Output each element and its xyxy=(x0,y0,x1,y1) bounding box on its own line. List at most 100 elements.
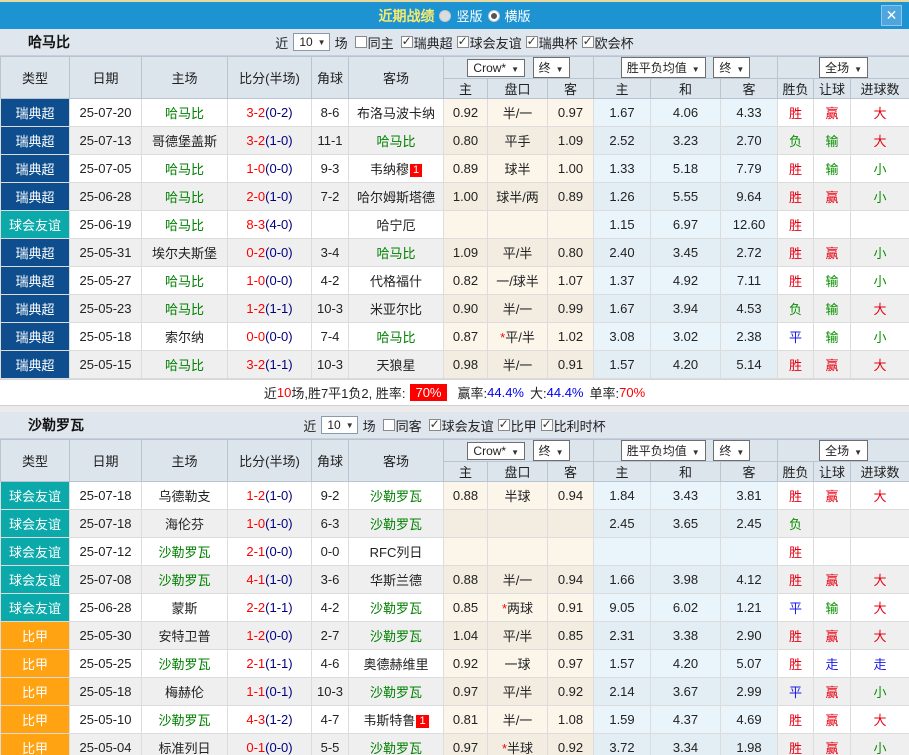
home-team-cell: 哈马比 xyxy=(141,98,228,127)
odds-away-cell: 0.89 xyxy=(547,182,594,211)
mean-draw-cell xyxy=(650,537,721,566)
league-type-cell: 瑞典超 xyxy=(0,98,70,127)
mean-draw-cell: 4.20 xyxy=(650,649,721,678)
subcol-mean-home: 主 xyxy=(593,461,651,482)
league-type-cell: 瑞典超 xyxy=(0,126,70,155)
mean-home-cell: 9.05 xyxy=(593,593,651,622)
result-handicap-cell: 赢 xyxy=(813,238,852,267)
mean-value: 胜平负均值 xyxy=(626,61,687,75)
corner-cell: 4-7 xyxy=(311,705,349,734)
league-type-cell: 比甲 xyxy=(0,621,70,650)
away-team-name: 韦纳穆 xyxy=(369,162,409,177)
league-filter-checkbox[interactable]: 球会友谊 xyxy=(453,33,522,52)
half-time-score: (1-1) xyxy=(265,600,293,615)
league-filter-checkbox[interactable]: 瑞典超 xyxy=(397,33,453,52)
match-row: 瑞典超 25-05-18 索尔纳 0-0(0-0) 7-4 哈马比 0.87 *平/半 1.02… xyxy=(0,322,909,351)
radio-vertical-layout[interactable] xyxy=(439,9,452,22)
fulltime-select[interactable]: 全场 ▼ xyxy=(819,440,868,461)
close-icon[interactable]: ✕ xyxy=(881,5,902,26)
score-cell: 8-3(4-0) xyxy=(227,210,312,239)
result-handicap-cell xyxy=(813,210,852,239)
same-venue-checkbox[interactable]: 同主 xyxy=(351,33,394,52)
odds-away-cell: 0.97 xyxy=(547,649,594,678)
handicap-cell: 平/半 xyxy=(487,238,548,267)
radio-horizontal-layout[interactable] xyxy=(487,9,500,22)
mean-final-select[interactable]: 终 ▼ xyxy=(713,57,751,78)
mean-draw-cell: 3.45 xyxy=(650,238,721,267)
result-goals-cell: 小 xyxy=(850,677,909,706)
corner-cell: 5-5 xyxy=(311,733,349,755)
odds-away-cell: 0.94 xyxy=(547,481,594,510)
chevron-down-icon: ▼ xyxy=(555,448,564,457)
home-team-name: 哈马比 xyxy=(164,358,204,373)
mean-draw-cell: 6.02 xyxy=(650,593,721,622)
checkbox-checked-icon[interactable] xyxy=(456,34,469,48)
checkbox-unchecked-icon[interactable] xyxy=(354,36,367,48)
checkbox-checked-icon[interactable] xyxy=(428,417,441,431)
odds-away-cell xyxy=(547,537,594,566)
match-count-select[interactable]: 10 ▼ xyxy=(293,33,330,51)
checkbox-unchecked-icon[interactable] xyxy=(382,419,395,431)
fulltime-select[interactable]: 全场 ▼ xyxy=(819,57,868,78)
odds-company-select[interactable]: Crow* ▼ xyxy=(467,59,526,77)
league-filter-checkbox[interactable]: 欧会杯 xyxy=(578,33,634,52)
checkbox-checked-icon[interactable] xyxy=(581,34,594,48)
result-handicap-cell: 输 xyxy=(813,294,852,323)
mean-select[interactable]: 胜平负均值 ▼ xyxy=(620,57,706,78)
corner-cell: 4-6 xyxy=(311,649,349,678)
league-filter-checkbox[interactable]: 比甲 xyxy=(494,416,537,435)
odds-home-cell xyxy=(443,210,488,239)
handicap-cell: 球半/两 xyxy=(487,182,548,211)
result-handicap-cell xyxy=(813,537,852,566)
mean-away-cell: 5.07 xyxy=(719,649,779,678)
horizontal-layout-label[interactable]: 横版 xyxy=(505,6,531,25)
full-time-score: 1-2 xyxy=(246,301,266,316)
league-filter-checkbox[interactable]: 球会友谊 xyxy=(425,416,494,435)
result-handicap-cell: 输 xyxy=(813,322,852,351)
league-filter-checkbox[interactable]: 比利时杯 xyxy=(537,416,606,435)
single-rate-value: 70% xyxy=(619,385,646,400)
half-time-score: (1-0) xyxy=(265,488,293,503)
odds-final-select[interactable]: 终 ▼ xyxy=(532,440,570,461)
score-cell: 0-0(0-0) xyxy=(227,322,312,351)
league-filter-checkbox[interactable]: 瑞典杯 xyxy=(522,33,578,52)
titlebar: 近期战绩 竖版 横版 ✕ xyxy=(0,2,909,29)
mean-final-select[interactable]: 终 ▼ xyxy=(713,440,751,461)
mean-home-cell: 2.45 xyxy=(593,509,651,538)
mean-away-cell: 7.11 xyxy=(719,266,779,295)
subcol-mean-home: 主 xyxy=(593,78,651,99)
handicap-cell xyxy=(487,537,548,566)
half-time-score: (1-1) xyxy=(265,357,293,372)
checkbox-checked-icon[interactable] xyxy=(497,417,510,431)
checkbox-checked-icon[interactable] xyxy=(525,34,538,48)
away-team-name: 代格福什 xyxy=(369,274,422,289)
mean-select[interactable]: 胜平负均值 ▼ xyxy=(620,440,706,461)
corner-cell: 9-3 xyxy=(311,154,349,183)
match-count-select[interactable]: 10 ▼ xyxy=(321,416,358,434)
recent-results-popup: 近期战绩 竖版 横版 ✕ 哈马比 近 10 ▼ 场 同主 瑞典超球会友谊瑞典杯欧… xyxy=(0,0,909,755)
score-cell: 1-2(0-0) xyxy=(227,621,312,650)
result-goals-cell: 大 xyxy=(850,294,909,323)
result-outcome-cell: 胜 xyxy=(777,565,815,594)
col-score: 比分(半场) xyxy=(227,56,312,99)
home-team-name: 哈马比 xyxy=(164,302,204,317)
mean-away-cell: 1.98 xyxy=(719,733,779,755)
mean-draw-cell: 3.02 xyxy=(650,322,721,351)
date-cell: 25-05-31 xyxy=(69,238,142,267)
result-outcome-cell: 胜 xyxy=(777,266,815,295)
result-outcome-cell: 胜 xyxy=(777,733,815,755)
checkbox-checked-icon[interactable] xyxy=(400,34,413,48)
vertical-layout-label[interactable]: 竖版 xyxy=(456,6,482,25)
chevron-down-icon: ▼ xyxy=(736,448,745,457)
odds-final-select[interactable]: 终 ▼ xyxy=(532,57,570,78)
match-row: 比甲 25-05-30 安特卫普 1-2(0-0) 2-7 沙勒罗瓦 1.04 平/半 0.85… xyxy=(0,621,909,650)
result-goals-cell: 大 xyxy=(850,621,909,650)
league-filter-label: 球会友谊 xyxy=(441,418,494,434)
checkbox-checked-icon[interactable] xyxy=(540,417,553,431)
over-rate-value: 44.4% xyxy=(546,385,584,400)
odds-company-select[interactable]: Crow* ▼ xyxy=(467,442,526,460)
score-cell: 3-2(0-2) xyxy=(227,98,312,127)
same-venue-checkbox[interactable]: 同客 xyxy=(379,416,422,435)
filter-bar: 近 10 ▼ 场 同客 球会友谊比甲比利时杯 xyxy=(303,416,606,435)
match-row: 瑞典超 25-06-28 哈马比 2-0(1-0) 7-2 哈尔姆斯塔德 1.00 球半/两 0… xyxy=(0,182,909,211)
